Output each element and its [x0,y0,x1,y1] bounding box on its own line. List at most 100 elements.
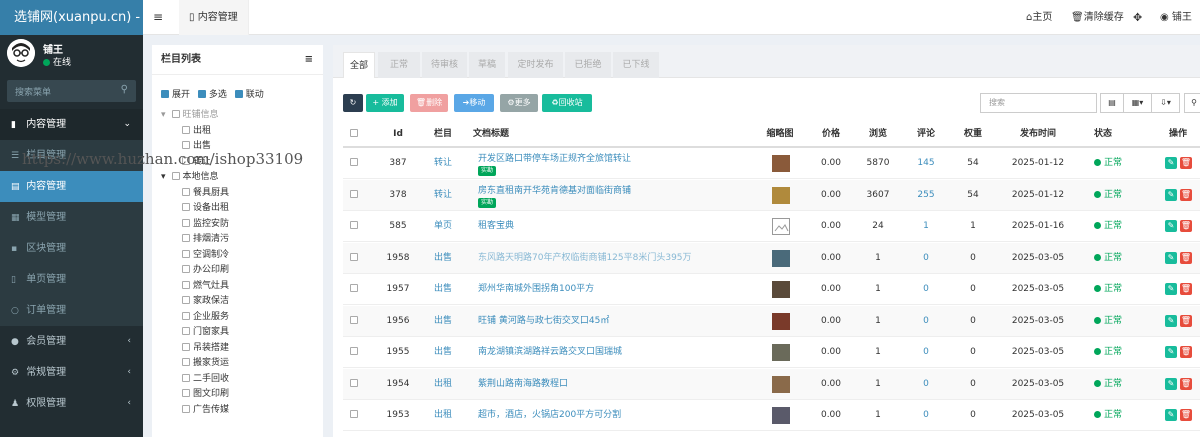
edit-icon[interactable]: ✎ [1165,283,1177,295]
tree-checkbox[interactable] [182,203,190,211]
tree-checkbox[interactable] [182,280,190,289]
tree-node[interactable]: 燃气灶具 [182,279,229,294]
link-checkbox[interactable]: 联动 [234,90,264,100]
sidebar-item-member[interactable]: ● 会员管理 ‹ [0,326,143,357]
tree-node[interactable]: 广告传媒 [182,403,229,418]
expand-checkbox[interactable]: 展开 [161,90,190,100]
cell-category[interactable]: 出售 [423,274,463,305]
tree-checkbox[interactable] [182,342,190,351]
cell-comments[interactable]: 145 [906,148,946,179]
edit-icon[interactable]: ✎ [1165,251,1177,264]
add-button[interactable]: + 添加 [366,94,404,112]
sidebar-item-content[interactable]: ▮ 内容管理 ⌄ [0,109,143,140]
delete-icon[interactable]: 🗑 [1180,409,1192,421]
tree-checkbox[interactable] [182,296,190,304]
search-icon[interactable]: ⚲ [121,84,128,95]
sidebar-item-auth[interactable]: ♟ 权限管理 ‹ [0,388,143,419]
tree-checkbox[interactable] [182,125,190,134]
doc-title-link[interactable]: 东风路天明路70年产权临街商铺125平8米门头395万 [478,252,692,264]
row-checkbox[interactable] [343,243,368,274]
tab-offline[interactable]: 已下线 [613,52,659,78]
search-toggle-icon[interactable]: ⚲ [1184,93,1200,113]
delete-icon[interactable]: 🗑 [1180,283,1192,295]
more-button[interactable]: ⚙更多 [500,94,538,112]
move-button[interactable]: ➔移动 [454,94,494,112]
clear-cache-button[interactable]: 🗑清除缓存 [1071,0,1124,35]
tree-node[interactable]: 出租 [182,124,211,139]
tree-checkbox[interactable] [182,373,190,382]
col-id[interactable]: Id [373,120,423,148]
sidebar-item-model[interactable]: ▦ 模型管理 [0,202,143,233]
sidebar-item-content-manage[interactable]: ▤ 内容管理 [0,171,143,202]
tree-checkbox[interactable] [182,234,190,242]
thumbnail-image[interactable] [772,344,790,361]
cell-title[interactable]: 超市，酒店，火锅店200平方可分割 [478,400,748,431]
tree-checkbox[interactable] [182,265,190,273]
tab-content-manage[interactable]: ▯ 内容管理 [179,0,249,35]
sidebar-item-general[interactable]: ⚙ 常规管理 ‹ [0,357,143,388]
cell-category[interactable]: 出售 [423,337,463,368]
doc-title-link[interactable]: 郑州华南城外围拐角100平方 [478,283,594,295]
doc-title-link[interactable]: 开发区路口带停车场正规齐全旅馆转让 [478,153,631,165]
table-search-input[interactable]: 搜索 [980,93,1097,113]
delete-icon[interactable]: 🗑 [1180,377,1192,390]
col-comments[interactable]: 评论 [906,120,946,148]
tab-all[interactable]: 全部 [343,52,375,78]
doc-title-link[interactable]: 南龙湖镇滨湖路祥云路交叉口国瑞城 [478,346,622,358]
cell-category[interactable]: 转让 [423,180,463,211]
cell-comments[interactable]: 0 [906,400,946,431]
tree-checkbox[interactable] [182,141,190,149]
table-row[interactable]: 378 转让 房东直租南开华苑肯德基对面临街商铺 实勘 0.00 3607 255 54 202… [343,179,1200,211]
cell-title[interactable]: 东风路天明路70年产权临街商铺125平8米门头395万 [478,243,748,274]
recycle-bin-button[interactable]: ♻回收站 [542,94,592,112]
tree-node[interactable]: 吊装搭建 [182,341,229,356]
cell-comments[interactable]: 1 [906,211,946,242]
row-checkbox[interactable] [343,180,368,211]
thumbnail-image[interactable] [772,375,790,393]
tree-checkbox[interactable] [182,187,190,196]
tree-node[interactable]: 门窗家具 [182,325,229,340]
edit-icon[interactable]: ✎ [1165,346,1177,358]
tree-node[interactable]: 搬家货运 [182,356,229,371]
table-row[interactable]: 1957 出售 郑州华南城外围拐角100平方 0.00 1 0 0 2025-03-05 正常 ✎… [343,274,1200,305]
tree-checkbox[interactable] [182,218,190,227]
doc-title-link[interactable]: 房东直租南开华苑肯德基对面临街商铺 [478,185,631,197]
sidebar-item-block[interactable]: ▪ 区块管理 [0,233,143,264]
doc-title-link[interactable]: 旺铺 黄河路与政七街交叉口45㎡ [478,315,609,327]
tab-pending[interactable]: 待审核 [422,52,467,78]
delete-icon[interactable]: 🗑 [1180,346,1192,358]
tree-node[interactable]: 餐具厨具 [182,186,229,201]
col-price[interactable]: 价格 [811,120,851,148]
menu-icon[interactable]: ≡ [305,45,313,75]
columns-icon[interactable]: ▦▾ [1123,93,1152,113]
tree-node[interactable]: 排烟清污 [182,232,229,247]
tab-draft[interactable]: 草稿 [469,52,505,78]
row-checkbox[interactable] [343,306,368,337]
tree-checkbox[interactable] [182,327,190,335]
table-row[interactable]: 1956 出售 旺铺 黄河路与政七街交叉口45㎡ 0.00 1 0 0 2025-03-05 正… [343,305,1200,337]
edit-icon[interactable]: ✎ [1165,314,1177,327]
tree-checkbox[interactable] [182,156,190,165]
table-view-icon[interactable]: ▤ [1100,93,1124,113]
cell-comments[interactable]: 0 [906,274,946,305]
cell-category[interactable]: 出售 [423,243,463,274]
cell-title[interactable]: 旺铺 黄河路与政七街交叉口45㎡ [478,306,748,337]
header-avatar[interactable]: ◉ 铺王 [1160,0,1192,35]
cell-comments[interactable]: 0 [906,369,946,400]
tree-node[interactable]: 企业服务 [182,310,229,325]
export-icon[interactable]: ⇩▾ [1151,93,1180,113]
cell-category[interactable]: 出租 [423,369,463,400]
cell-title[interactable]: 南龙湖镇滨湖路祥云路交叉口国瑞城 [478,337,748,368]
thumbnail-image[interactable] [772,249,790,267]
cell-title[interactable]: 房东直租南开华苑肯德基对面临街商铺 实勘 [478,180,748,211]
tree-node[interactable]: 监控安防 [182,217,229,232]
delete-icon[interactable]: 🗑 [1180,157,1192,169]
col-views[interactable]: 浏览 [858,120,898,148]
table-row[interactable]: 387 转让 开发区路口带停车场正规齐全旅馆转让 实勘 0.00 5870 145 54 202… [343,148,1200,179]
tree-node[interactable]: ▾ 本地信息 [161,170,219,185]
thumbnail-image[interactable] [772,186,790,204]
tree-checkbox[interactable] [171,172,180,180]
doc-title-link[interactable]: 租客宝典 [478,220,514,232]
tree-node[interactable]: 二手回收 [182,372,229,387]
cell-title[interactable]: 郑州华南城外围拐角100平方 [478,274,748,305]
